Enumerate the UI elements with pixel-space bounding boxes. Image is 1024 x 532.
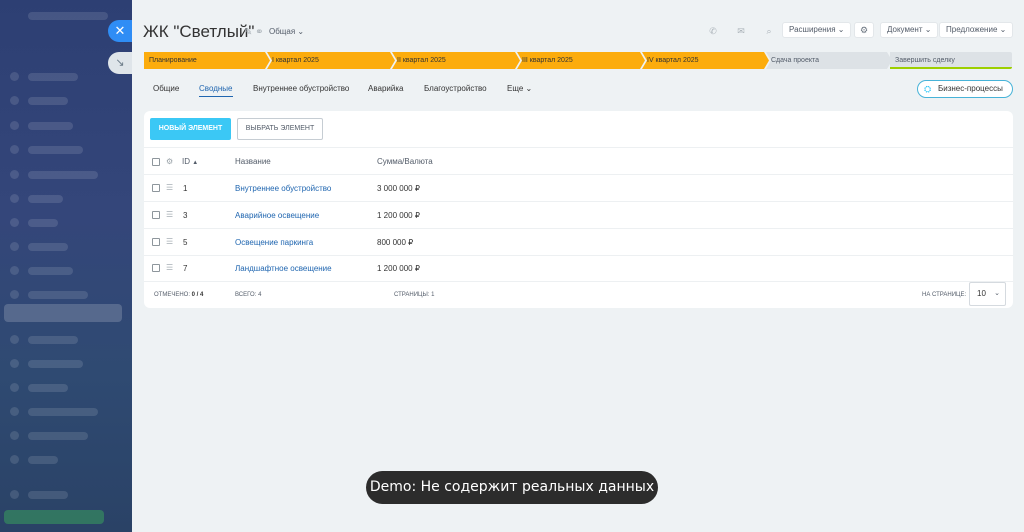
stage-item[interactable]: III квартал 2025 [517, 52, 645, 69]
mail-icon[interactable]: ✉ [730, 23, 752, 39]
row-checkbox[interactable] [152, 211, 160, 219]
category-selector[interactable]: Общая ⌄ [269, 27, 304, 36]
drag-handle-icon[interactable]: ☰ [166, 264, 173, 272]
per-page-label: НА СТРАНИЦЕ: [922, 292, 967, 298]
pages-value: 1 [431, 292, 435, 298]
pages-label: СТРАНИЦЫ: [394, 292, 430, 298]
column-header-sum[interactable]: Сумма/Валюта [377, 157, 433, 166]
chevron-down-icon: ⌄ [999, 25, 1007, 34]
table-header: ⚙ ID ▲ Название Сумма/Валюта [144, 147, 1013, 175]
row-name-link[interactable]: Внутреннее обустройство [235, 184, 331, 193]
total-value: 4 [258, 292, 262, 298]
column-header-id[interactable]: ID ▲ [182, 157, 198, 166]
marked-count: ОТМЕЧЕНО: 0 / 4 [154, 292, 203, 298]
page-title: ЖК "Светлый" [143, 22, 255, 41]
close-slider-button[interactable]: ✕ [108, 20, 132, 42]
column-header-id-label: ID [182, 157, 190, 166]
tab-general[interactable]: Общие [153, 84, 179, 93]
list-card: НОВЫЙ ЭЛЕМЕНТ ВЫБРАТЬ ЭЛЕМЕНТ ⚙ ID ▲ Наз… [144, 111, 1013, 308]
total-count: ВСЕГО: 4 [235, 292, 261, 298]
stage-item[interactable]: Сдача проекта [766, 52, 892, 69]
drag-handle-icon[interactable]: ☰ [166, 184, 173, 192]
drag-handle-icon[interactable]: ☰ [166, 211, 173, 219]
row-sum: 1 200 000 ₽ [377, 211, 420, 220]
tab-emergency[interactable]: Аварийка [368, 84, 403, 93]
finish-deal-stage[interactable]: Завершить сделку [890, 52, 1012, 69]
table-row: ☰ 7 Ландшафтное освещение 1 200 000 ₽ [144, 255, 1013, 282]
table-row: ☰ 3 Аварийное освещение 1 200 000 ₽ [144, 202, 1013, 229]
extensions-label: Расширения [789, 25, 836, 34]
settings-gear-button[interactable]: ⚙ [854, 22, 874, 38]
table-footer: ОТМЕЧЕНО: 0 / 4 ВСЕГО: 4 СТРАНИЦЫ: 1 НА … [144, 282, 1013, 308]
tab-more-label: Еще [507, 84, 524, 93]
chevron-down-icon: ⌄ [837, 25, 845, 34]
stage-item[interactable]: I квартал 2025 [267, 52, 395, 69]
category-label: Общая [269, 27, 296, 36]
pages-count: СТРАНИЦЫ: 1 [394, 292, 434, 298]
edit-link-icons[interactable]: ✎ ⚭ [244, 27, 264, 38]
tab-interior[interactable]: Внутреннее обустройство [253, 84, 349, 93]
gear-icon: ⚙ [859, 25, 869, 35]
per-page-value: 10 [977, 289, 986, 298]
link-icon[interactable]: ⚭ [255, 27, 263, 38]
extensions-button[interactable]: Расширения ⌄ [782, 22, 852, 38]
chevron-down-icon: ⌄ [994, 290, 1000, 297]
chevron-down-icon: ⌄ [525, 84, 533, 93]
gear-icon[interactable]: ⚙ [166, 157, 173, 166]
close-icon: ✕ [114, 23, 126, 38]
row-sum: 1 200 000 ₽ [377, 264, 420, 273]
chevron-down-icon: ⌄ [297, 27, 305, 36]
row-checkbox[interactable] [152, 264, 160, 272]
row-checkbox[interactable] [152, 238, 160, 246]
row-id: 1 [183, 184, 188, 193]
proposal-label: Предложение [946, 25, 998, 34]
entity-slider-panel: ЖК "Светлый" ✎ ⚭ Общая ⌄ ✆ ✉ ⌕ Расширени… [132, 10, 1024, 532]
table-row: ☰ 5 Освещение паркинга 800 000 ₽ [144, 229, 1013, 256]
document-button[interactable]: Документ ⌄ [880, 22, 939, 38]
row-name-link[interactable]: Аварийное освещение [235, 211, 319, 220]
new-element-button[interactable]: НОВЫЙ ЭЛЕМЕНТ [150, 118, 231, 140]
row-name-link[interactable]: Освещение паркинга [235, 238, 313, 247]
select-element-button[interactable]: ВЫБРАТЬ ЭЛЕМЕНТ [237, 118, 323, 140]
total-label: ВСЕГО: [235, 292, 257, 298]
left-sidebar-blurred [0, 0, 132, 532]
stage-progress-bar: Планирование I квартал 2025 II квартал 2… [144, 52, 1012, 69]
row-checkbox[interactable] [152, 184, 160, 192]
business-process-button[interactable]: ⛭ Бизнес-процессы [917, 80, 1013, 98]
table-row: ☰ 1 Внутреннее обустройство 3 000 000 ₽ [144, 175, 1013, 202]
document-label: Документ [887, 25, 923, 34]
select-all-checkbox[interactable] [152, 158, 160, 166]
collapse-arrow-icon: ↘ [115, 57, 125, 69]
marked-value: 0 / 4 [191, 292, 204, 298]
search-icon[interactable]: ⌕ [758, 23, 780, 39]
stage-item[interactable]: IV квартал 2025 [642, 52, 769, 69]
row-name-link[interactable]: Ландшафтное освещение [235, 264, 332, 273]
collapse-slider-button[interactable]: ↘ [108, 52, 132, 74]
row-sum: 800 000 ₽ [377, 238, 414, 247]
stage-item[interactable]: Планирование [144, 52, 270, 69]
row-id: 5 [183, 238, 188, 247]
sort-asc-icon: ▲ [192, 160, 199, 166]
business-process-label: Бизнес-процессы [938, 84, 1003, 93]
proposal-button[interactable]: Предложение ⌄ [939, 22, 1014, 38]
business-process-icon: ⛭ [924, 84, 932, 94]
chevron-down-icon: ⌄ [924, 25, 932, 34]
demo-toast: Demo: Не содержит реальных данных [366, 471, 658, 504]
column-header-name[interactable]: Название [235, 157, 271, 166]
drag-handle-icon[interactable]: ☰ [166, 238, 173, 246]
phone-icon[interactable]: ✆ [702, 23, 724, 39]
tab-more[interactable]: Еще ⌄ [507, 84, 532, 93]
row-id: 3 [183, 211, 188, 220]
stage-item[interactable]: II квартал 2025 [392, 52, 520, 69]
tab-landscaping[interactable]: Благоустройство [424, 84, 487, 93]
row-sum: 3 000 000 ₽ [377, 184, 420, 193]
marked-label: ОТМЕЧЕНО: [154, 292, 190, 298]
pencil-icon[interactable]: ✎ [244, 27, 252, 38]
per-page-select[interactable]: 10 ⌄ [969, 282, 1006, 306]
tab-summary[interactable]: Сводные [199, 84, 233, 97]
row-id: 7 [183, 264, 188, 273]
